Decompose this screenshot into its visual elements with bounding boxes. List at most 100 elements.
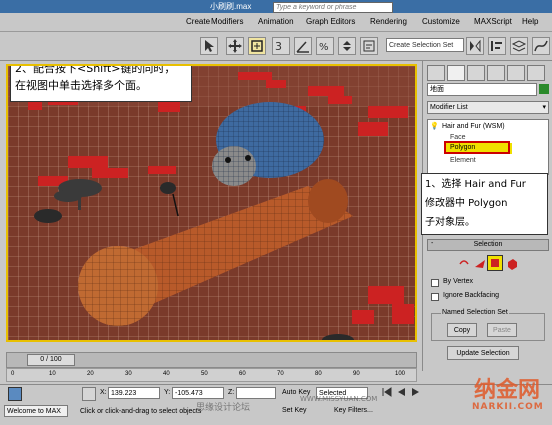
absolute-mode-icon[interactable] — [82, 387, 96, 401]
tick-70: 70 — [277, 371, 284, 377]
prev-frame-icon[interactable] — [396, 387, 406, 397]
display-tab-icon[interactable] — [507, 65, 525, 81]
menu-maxscript[interactable]: MAXScript — [474, 17, 512, 26]
watermark-logo-sub: NARKII.COM — [472, 402, 544, 412]
tick-60: 60 — [239, 371, 246, 377]
element-subobject-icon[interactable] — [505, 257, 519, 271]
tick-0: 0 — [11, 371, 15, 377]
x-coord-field[interactable]: 139.223 — [108, 387, 160, 399]
tick-40: 40 — [163, 371, 170, 377]
layer-icon[interactable] — [510, 37, 528, 55]
menu-bar: Create Modifiers Animation Graph Editors… — [0, 2, 552, 32]
time-slider[interactable]: 0 / 100 — [6, 352, 417, 368]
viewport-scene — [8, 66, 415, 340]
status-bar: Welcome to MAX X: 139.223 Y: -105.473 Z:… — [0, 384, 552, 425]
step2-callout: 2、配合按下<Shift>键的同时， 在视图中单击选择多个面。 — [10, 66, 192, 102]
tick-10: 10 — [49, 371, 56, 377]
y-label: Y: — [164, 389, 171, 396]
status-prompt: Click or click-and-drag to select object… — [80, 408, 202, 415]
ignore-backfacing-label: Ignore Backfacing — [443, 292, 500, 299]
tick-80: 80 — [315, 371, 322, 377]
edge-subobject-icon[interactable] — [473, 257, 487, 271]
key-filters-button[interactable]: Key Filters... — [334, 407, 373, 414]
polygon-highlight-box — [444, 141, 510, 154]
command-tabs — [427, 65, 551, 81]
svg-text:3: 3 — [275, 40, 282, 53]
by-vertex-checkbox[interactable] — [431, 279, 439, 287]
go-to-start-icon[interactable] — [382, 387, 392, 397]
curve-editor-icon[interactable] — [532, 37, 550, 55]
perspective-viewport[interactable]: 2、配合按下<Shift>键的同时， 在视图中单击选择多个面。 — [6, 64, 417, 342]
tick-50: 50 — [201, 371, 208, 377]
snap-3-icon[interactable]: 3 — [272, 37, 290, 55]
step1-line3: 子对象层。 — [425, 217, 475, 228]
svg-text:%: % — [319, 42, 329, 53]
named-selection-icon[interactable] — [360, 37, 378, 55]
motion-tab-icon[interactable] — [487, 65, 505, 81]
step2-line2: 在视图中单击选择多个面。 — [15, 79, 147, 92]
bulb-icon[interactable]: 💡 — [430, 122, 439, 132]
step1-callout: 1、选择 Hair and Fur 修改器中 Polygon 子对象层。 — [421, 173, 548, 235]
menu-rendering[interactable]: Rendering — [370, 17, 407, 26]
hierarchy-tab-icon[interactable] — [467, 65, 485, 81]
watermark-site: 思缘设计论坛 — [196, 403, 251, 413]
angle-snap-icon[interactable] — [294, 37, 312, 55]
menu-help[interactable]: Help — [522, 17, 538, 26]
time-slider-handle[interactable]: 0 / 100 — [27, 354, 75, 366]
update-selection-button[interactable]: Update Selection — [447, 346, 519, 360]
ignore-backfacing-checkbox[interactable] — [431, 293, 439, 301]
copy-button[interactable]: Copy — [447, 323, 477, 337]
setkey-label[interactable]: Set Key — [282, 407, 307, 414]
by-vertex-label: By Vertex — [443, 278, 473, 285]
maxscript-listener[interactable]: Welcome to MAX — [4, 405, 68, 417]
create-tab-icon[interactable] — [427, 65, 445, 81]
keyword-search-input[interactable] — [273, 2, 393, 13]
lock-selection-icon[interactable] — [8, 387, 22, 401]
mirror-icon[interactable] — [466, 37, 484, 55]
menu-modifiers[interactable]: Modifiers — [211, 17, 243, 26]
z-label: Z: — [228, 389, 235, 396]
x-label: X: — [100, 389, 107, 396]
step1-line1: 1、选择 Hair and Fur — [425, 179, 526, 190]
tick-100: 100 — [395, 371, 406, 377]
selection-set-combo[interactable]: Create Selection Set — [386, 38, 464, 52]
stack-sub-element[interactable]: Element — [450, 156, 476, 166]
selection-rollout-header[interactable]: Selection — [427, 239, 549, 251]
step1-line2: 修改器中 Polygon — [425, 198, 508, 209]
utilities-tab-icon[interactable] — [527, 65, 545, 81]
modifier-list-dropdown[interactable]: Modifier List ▾ — [427, 101, 549, 114]
chevron-down-icon: ▾ — [542, 104, 546, 111]
align-icon[interactable] — [488, 37, 506, 55]
menu-create[interactable]: Create — [186, 17, 210, 26]
object-color-swatch[interactable] — [539, 84, 549, 94]
percent-snap-icon[interactable]: % — [316, 37, 334, 55]
select-icon[interactable] — [200, 37, 218, 55]
z-coord-field[interactable] — [236, 387, 276, 399]
rollout-collapse-icon[interactable]: - — [431, 240, 433, 247]
named-selection-title: Named Selection Set — [441, 309, 509, 316]
paste-button[interactable]: Paste — [487, 323, 517, 337]
menu-animation[interactable]: Animation — [258, 17, 294, 26]
polygon-subobject-icon[interactable] — [487, 255, 503, 271]
command-panel: 地面 Modifier List ▾ 💡 Hair and Fur (WSM) … — [421, 61, 552, 371]
tick-90: 90 — [353, 371, 360, 377]
spinner-snap-icon[interactable] — [338, 37, 356, 55]
menu-graph-editors[interactable]: Graph Editors — [306, 17, 355, 26]
menu-customize[interactable]: Customize — [422, 17, 460, 26]
y-coord-field[interactable]: -105.473 — [172, 387, 224, 399]
vertex-subobject-icon[interactable] — [457, 257, 471, 271]
tick-20: 20 — [87, 371, 94, 377]
move-icon[interactable] — [226, 37, 244, 55]
window-title: 小刷刷.max — [210, 2, 252, 11]
main-toolbar: 3 % Create Selection Set — [0, 32, 552, 61]
select-and-move-icon[interactable] — [248, 37, 266, 55]
tick-30: 30 — [125, 371, 132, 377]
modify-tab-icon[interactable] — [447, 65, 465, 81]
modifier-stack: 💡 Hair and Fur (WSM) Face Polygon Elemen… — [427, 119, 549, 175]
track-bar[interactable]: 0 10 20 30 40 50 60 70 80 90 100 — [6, 368, 417, 382]
object-name-field[interactable]: 地面 — [427, 83, 537, 96]
watermark-logo: 纳金网 — [474, 378, 541, 403]
play-icon[interactable] — [410, 387, 420, 397]
stack-item-hair-and-fur[interactable]: Hair and Fur (WSM) — [442, 122, 505, 132]
modifier-list-label: Modifier List — [430, 104, 468, 111]
